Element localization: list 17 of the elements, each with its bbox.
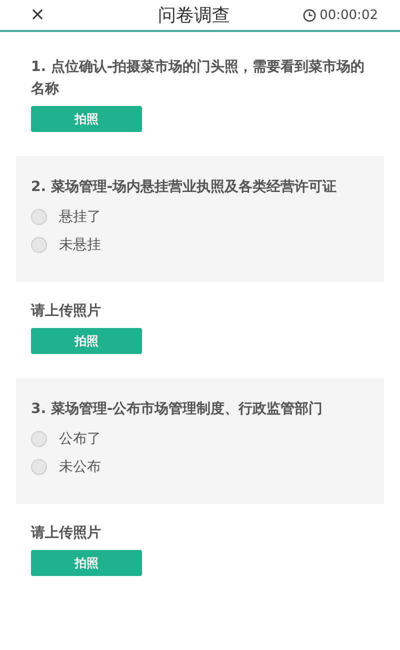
option-label[interactable]: 未公布	[59, 458, 101, 476]
radio-button[interactable]	[31, 237, 47, 253]
question-text: 请上传照片	[31, 524, 102, 543]
radio-button[interactable]	[31, 431, 47, 447]
question-text: 3. 菜场管理-公布市场管理制度、行政监管部门	[31, 400, 324, 419]
option-label[interactable]: 悬挂了	[59, 208, 101, 226]
question-text: 1. 点位确认-拍摄菜市场的门头照，需要看到菜市场的名称	[31, 58, 366, 99]
page-title: 问卷调查	[158, 4, 230, 27]
question-text: 请上传照片	[31, 302, 102, 321]
radio-button[interactable]	[31, 459, 47, 475]
question-text: 2. 菜场管理-场内悬挂营业执照及各类经营许可证	[31, 178, 338, 197]
option-label[interactable]: 未悬挂	[59, 236, 101, 254]
option-label[interactable]: 公布了	[59, 430, 101, 448]
radio-button[interactable]	[31, 209, 47, 225]
close-button[interactable]: ×	[30, 6, 46, 24]
timer-text: 00:00:02	[320, 8, 378, 22]
clock-icon	[302, 8, 316, 22]
